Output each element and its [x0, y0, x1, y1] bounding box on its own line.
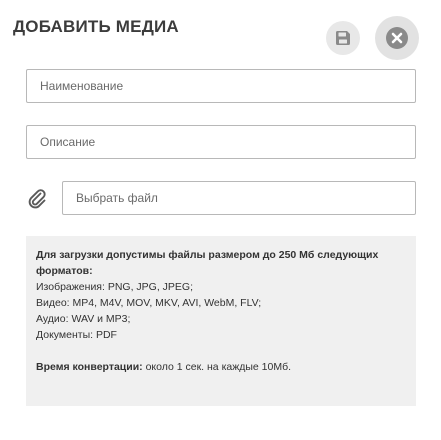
choose-file-label: Выбрать файл	[76, 191, 158, 205]
paperclip-icon[interactable]	[26, 187, 48, 209]
floppy-disk-icon	[336, 31, 350, 45]
description-input[interactable]	[26, 125, 416, 159]
info-intro: Для загрузки допустимы файлы размером до…	[36, 249, 379, 277]
info-conversion: Время конвертации: около 1 сек. на кажды…	[36, 359, 406, 375]
choose-file-field[interactable]: Выбрать файл	[62, 181, 416, 215]
dialog-title: ДОБАВИТЬ МЕДИА	[13, 17, 179, 36]
upload-info-panel: Для загрузки допустимы файлы размером до…	[26, 236, 416, 406]
close-icon	[386, 27, 408, 49]
info-format-video: Видео: MP4, M4V, MOV, MKV, AVI, WebM, FL…	[36, 297, 262, 309]
name-input[interactable]	[26, 69, 416, 103]
info-format-audio: Аудио: WAV и MP3;	[36, 313, 131, 325]
info-format-documents: Документы: PDF	[36, 329, 117, 341]
close-button[interactable]	[375, 16, 419, 60]
save-button[interactable]	[326, 21, 360, 55]
conversion-label: Время конвертации:	[36, 361, 143, 373]
conversion-text: около 1 сек. на каждые 10Мб.	[142, 361, 292, 373]
info-format-images: Изображения: PNG, JPG, JPEG;	[36, 281, 194, 293]
